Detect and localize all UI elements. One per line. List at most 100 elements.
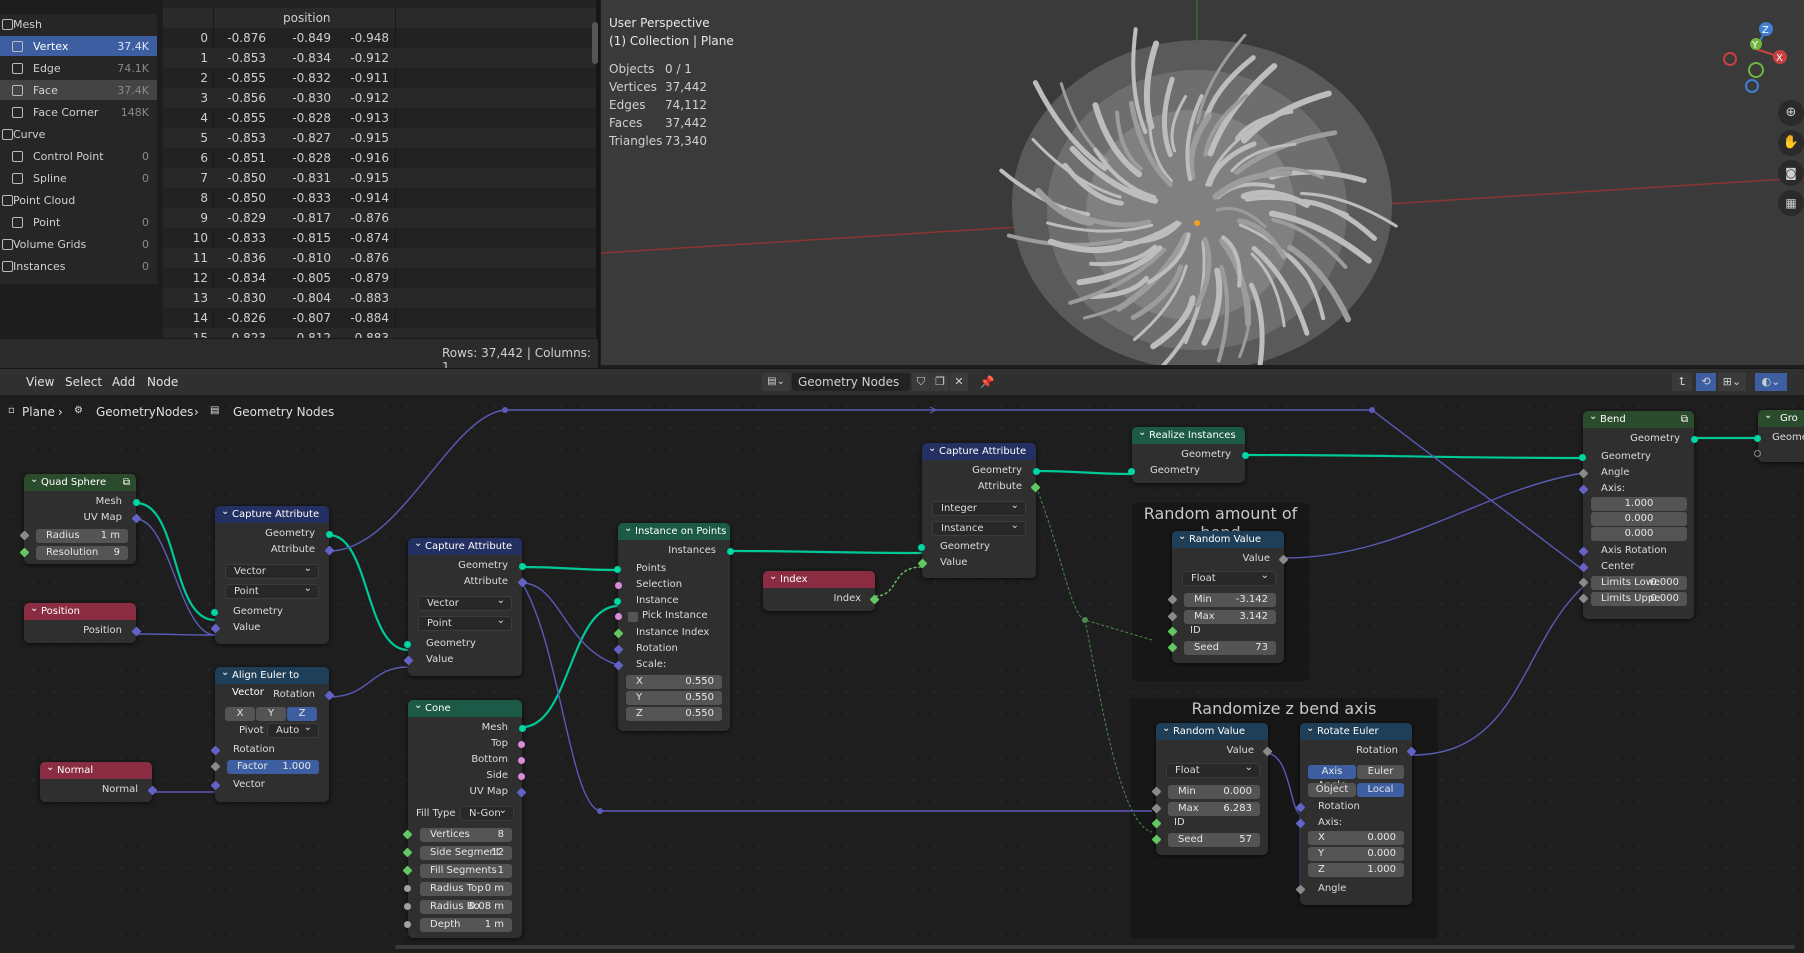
- domain-item-volume-grids[interactable]: Volume Grids 0: [0, 234, 157, 254]
- min-field[interactable]: Min 0.000: [1168, 785, 1260, 799]
- domain-item-curve[interactable]: Curve: [0, 124, 157, 144]
- menu-add[interactable]: Add: [112, 375, 135, 389]
- node-header[interactable]: Rotate Euler: [1300, 720, 1412, 740]
- column-header-position[interactable]: position: [283, 11, 331, 25]
- domain-item-vertex[interactable]: Vertex 37.4K: [0, 36, 157, 56]
- menu-node[interactable]: Node: [147, 375, 178, 389]
- spreadsheet-scrollbar[interactable]: [592, 22, 598, 64]
- axis-y-field[interactable]: 0.000: [1591, 512, 1687, 526]
- seed-field[interactable]: Seed 57: [1168, 833, 1260, 847]
- scale-y-field[interactable]: Y 0.550: [626, 691, 722, 705]
- node-header[interactable]: Quad Sphere⧉: [24, 471, 136, 491]
- node-header[interactable]: Normal: [40, 759, 152, 779]
- node-group-output[interactable]: Gro Geometr: [1754, 407, 1804, 462]
- domain-item-point[interactable]: Point 0: [0, 212, 157, 232]
- domain-item-edge[interactable]: Edge 74.1K: [0, 58, 157, 78]
- node-header[interactable]: Capture Attribute: [215, 503, 329, 523]
- euler-toggle[interactable]: Euler: [1357, 765, 1404, 779]
- factor-slider[interactable]: Factor 1.000: [227, 760, 319, 774]
- axis-y-field[interactable]: Y 0.000: [1308, 847, 1404, 861]
- snap-settings-icon[interactable]: ⊞⌄: [1718, 373, 1746, 391]
- object-space-toggle[interactable]: Object: [1308, 783, 1356, 797]
- input-socket-instance[interactable]: [614, 598, 621, 605]
- domain-item-face-corner[interactable]: Face Corner 148K: [0, 102, 157, 122]
- axis-x-toggle[interactable]: X: [225, 707, 255, 721]
- zoom-icon[interactable]: ⊕: [1778, 100, 1804, 126]
- node-bend[interactable]: Bend⧉ Geometry Geometry Angle Axis: 1.00…: [1578, 408, 1698, 619]
- node-random-value-2[interactable]: Random Value Value Float Min0.000 Max6.2…: [1151, 720, 1273, 855]
- domain-dropdown[interactable]: Point: [225, 582, 319, 599]
- node-capture-attribute-1[interactable]: Capture Attribute Geometry Attribute Vec…: [210, 503, 335, 644]
- output-socket-geometry[interactable]: [1242, 452, 1249, 459]
- domain-item-mesh[interactable]: Mesh: [0, 14, 157, 34]
- node-header[interactable]: Align Euler to Vector: [215, 664, 329, 698]
- input-socket-points[interactable]: [614, 566, 621, 573]
- axis-z-field[interactable]: Z 1.000: [1308, 863, 1404, 877]
- domain-item-instances[interactable]: Instances 0: [0, 256, 157, 276]
- output-socket-geometry[interactable]: [1033, 468, 1040, 475]
- output-socket-geometry[interactable]: [326, 531, 333, 538]
- resolution-field[interactable]: Resolution 9: [36, 546, 128, 560]
- duplicate-icon[interactable]: ❐: [931, 373, 949, 391]
- domain-item-point-cloud[interactable]: Point Cloud: [0, 190, 157, 210]
- cone-field-fill-segments[interactable]: Fill Segments 1: [420, 864, 512, 878]
- node-index[interactable]: Index Index: [763, 568, 880, 611]
- fill-type-dropdown[interactable]: N-Gon: [460, 804, 514, 821]
- node-realize-instances[interactable]: Realize Instances Geometry Geometry: [1128, 424, 1249, 483]
- node-random-value-1[interactable]: Random Value Value Float Min-3.142 Max3.…: [1167, 528, 1289, 663]
- cone-field-side-segment[interactable]: Side Segment 12: [420, 846, 512, 860]
- node-tree-name-field[interactable]: Geometry Nodes: [792, 373, 910, 391]
- horizontal-scrollbar[interactable]: [395, 945, 1795, 949]
- output-socket-mesh[interactable]: [133, 499, 140, 506]
- menu-view[interactable]: View: [26, 375, 54, 389]
- node-header[interactable]: Index: [763, 568, 875, 588]
- node-header[interactable]: Capture Attribute: [408, 535, 522, 555]
- axis-z-toggle[interactable]: Z: [287, 707, 317, 721]
- close-icon[interactable]: ✕: [950, 373, 968, 391]
- max-field[interactable]: Max 3.142: [1184, 610, 1276, 624]
- input-socket-geometry[interactable]: [211, 609, 218, 616]
- scale-z-field[interactable]: Z 0.550: [626, 707, 722, 721]
- menu-select[interactable]: Select: [65, 375, 102, 389]
- node-align-euler-to-vector[interactable]: Align Euler to Vector Rotation X Y Z Piv…: [210, 664, 335, 802]
- node-header[interactable]: Gro: [1758, 407, 1804, 427]
- output-socket-geometry[interactable]: [519, 563, 526, 570]
- cone-field-depth[interactable]: Depth 1 m: [420, 918, 512, 932]
- pin-icon[interactable]: 📌: [978, 373, 996, 391]
- node-header[interactable]: Cone: [408, 697, 522, 717]
- data-type-dropdown[interactable]: Integer: [932, 499, 1026, 516]
- node-header[interactable]: Realize Instances: [1132, 424, 1245, 444]
- data-type-dropdown[interactable]: Vector: [225, 562, 319, 579]
- axis-z-field[interactable]: 0.000: [1591, 527, 1687, 541]
- pick-instance-checkbox[interactable]: [628, 612, 638, 622]
- node-quad-sphere[interactable]: Quad Sphere⧉ Mesh UV Map Radius1 m Resol…: [19, 471, 142, 564]
- input-socket-geometry[interactable]: [1579, 454, 1586, 461]
- navigation-gizmo[interactable]: Z X Y: [1716, 14, 1796, 94]
- limits-lower-field[interactable]: Limits Lowe 0.000: [1591, 576, 1687, 590]
- node-editor-canvas[interactable]: ▫ Plane › ⚙ GeometryNodes › ▤ Geometry N…: [0, 395, 1804, 953]
- node-rotate-euler[interactable]: Rotate Euler Rotation Axis Angle Euler O…: [1295, 720, 1417, 905]
- node-header[interactable]: Bend⧉: [1583, 408, 1694, 428]
- pivot-dropdown[interactable]: Auto: [267, 721, 319, 738]
- axis-angle-toggle[interactable]: Axis Angle: [1308, 765, 1356, 791]
- scale-x-field[interactable]: X 0.550: [626, 675, 722, 689]
- 3d-viewport[interactable]: User Perspective (1) Collection | Plane …: [601, 0, 1804, 365]
- local-space-toggle[interactable]: Local: [1357, 783, 1404, 797]
- fake-user-shield-icon[interactable]: ⛉: [912, 373, 930, 391]
- min-field[interactable]: Min -3.142: [1184, 593, 1276, 607]
- pan-hand-icon[interactable]: ✋: [1778, 130, 1804, 156]
- node-header[interactable]: Capture Attribute: [922, 440, 1036, 460]
- cone-field-radius-top[interactable]: Radius Top 0 m: [420, 882, 512, 896]
- node-header[interactable]: Random Value: [1172, 528, 1284, 548]
- domain-item-face[interactable]: Face 37.4K: [0, 80, 157, 100]
- input-socket-geometry[interactable]: [918, 544, 925, 551]
- overlay-icon[interactable]: ◐⌄: [1755, 373, 1787, 391]
- seed-field[interactable]: Seed 73: [1184, 641, 1276, 655]
- data-type-dropdown[interactable]: Vector: [418, 594, 512, 611]
- axis-y-toggle[interactable]: Y: [256, 707, 286, 721]
- node-position[interactable]: Position Position: [24, 600, 142, 643]
- input-socket-cone-field[interactable]: [404, 921, 411, 928]
- node-header[interactable]: Random Value: [1156, 720, 1268, 740]
- output-socket-geometry[interactable]: [1691, 436, 1698, 443]
- axis-x-field[interactable]: X 0.000: [1308, 831, 1404, 845]
